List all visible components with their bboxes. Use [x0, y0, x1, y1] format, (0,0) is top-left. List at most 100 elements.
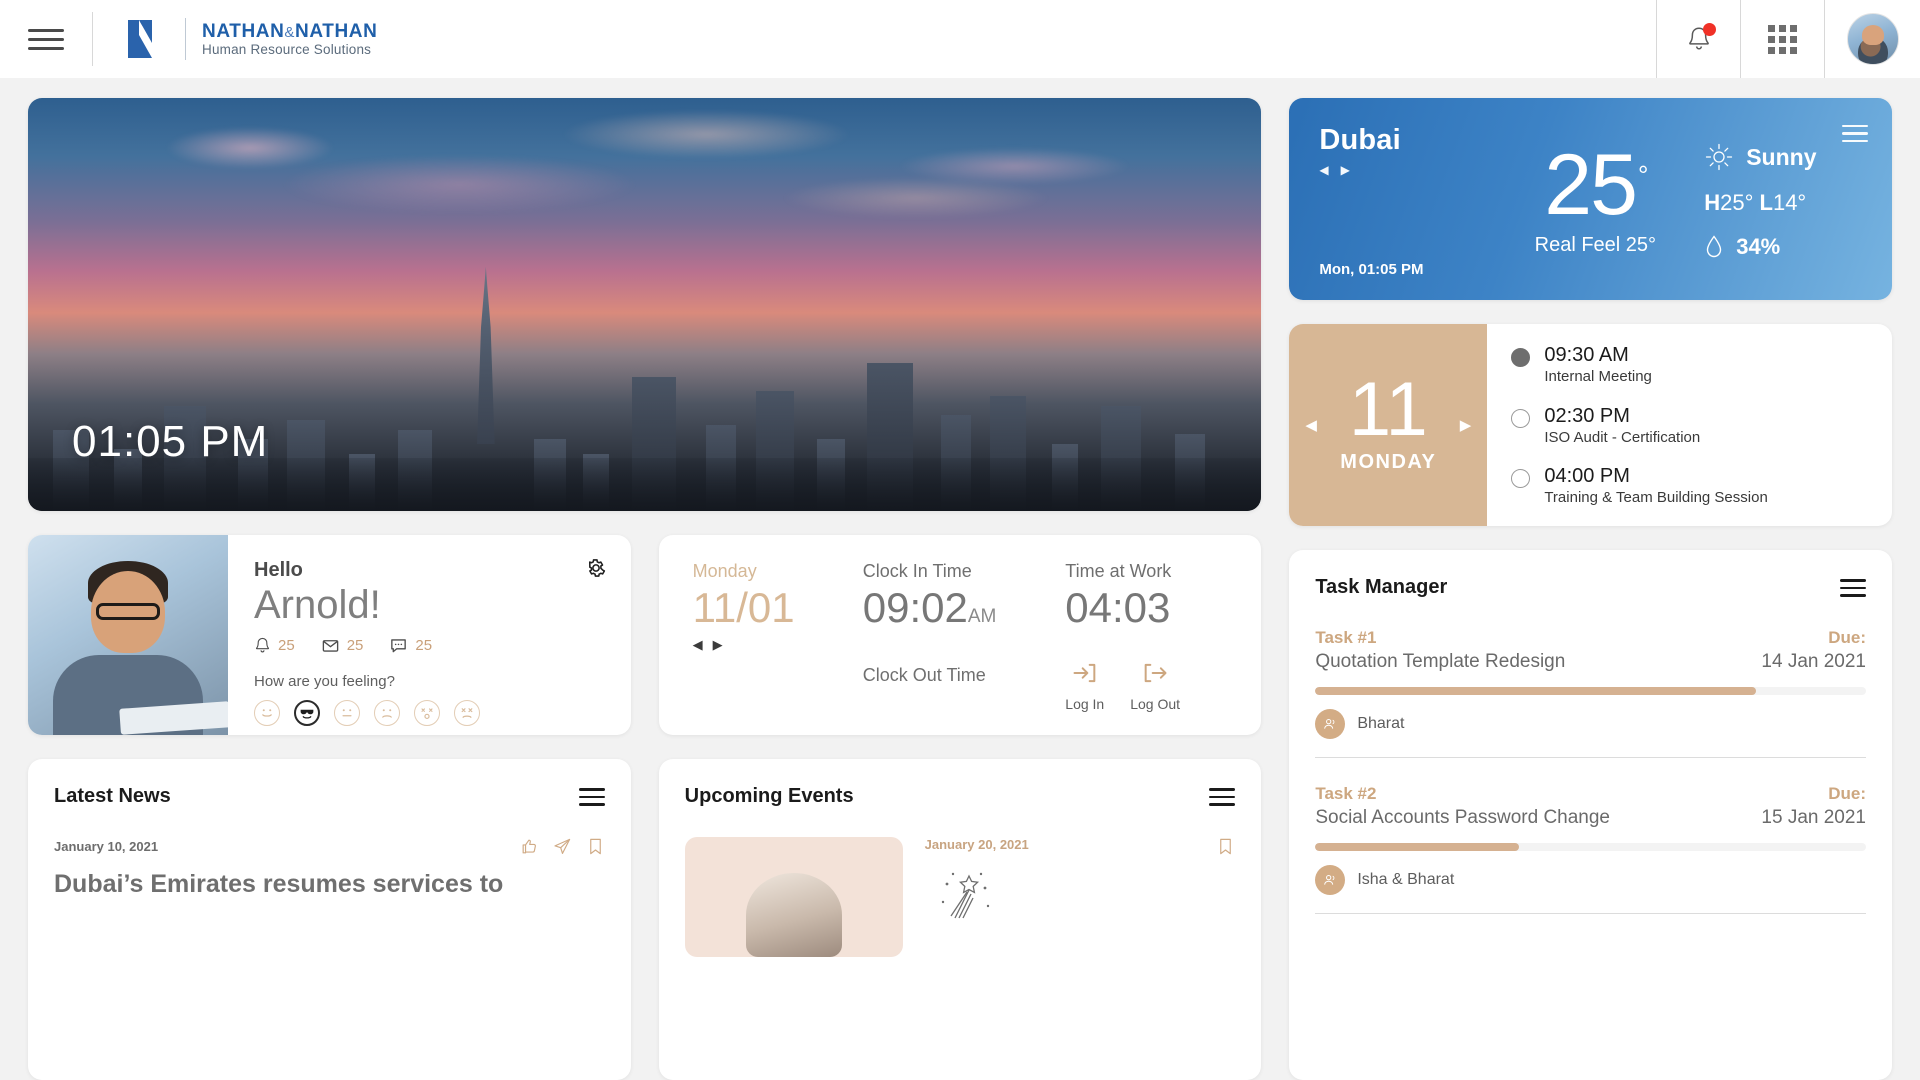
notifications-count: 25 — [278, 637, 295, 654]
brand-logo[interactable]: NATHAN&NATHAN Human Resource Solutions — [93, 0, 377, 78]
chats-stat[interactable]: 25 — [389, 636, 432, 655]
task-name: Quotation Template Redesign — [1315, 650, 1566, 672]
agenda-day-number: 11 — [1348, 367, 1428, 453]
dashboard-body: 01:05 PM Hello Arnold! 25 25 25 How are … — [0, 78, 1920, 1080]
menu-toggle-button[interactable] — [0, 0, 92, 78]
row-news-events: Latest News January 10, 2021 Dubai’s Emi… — [28, 759, 1262, 1080]
weather-timestamp: Mon, 01:05 PM — [1319, 261, 1424, 278]
task-progress-bar — [1315, 686, 1866, 695]
latest-news-menu-button[interactable] — [578, 783, 605, 811]
task-name: Social Accounts Password Change — [1315, 806, 1610, 828]
header-spacer — [377, 0, 1656, 78]
log-in-button[interactable]: Log In — [1065, 659, 1104, 712]
triangle-left-icon[interactable]: ◀ — [693, 637, 703, 653]
time-at-work-label: Time at Work — [1065, 561, 1172, 581]
task-manager-panel: Task Manager Task #1 Due: Quotation Temp… — [1289, 550, 1892, 1080]
upset-face-icon[interactable] — [454, 700, 480, 726]
login-arrow-icon — [1073, 663, 1096, 682]
task-owner-name: Bharat — [1357, 714, 1405, 732]
employee-photo — [28, 535, 228, 735]
event-date: January 20, 2021 — [924, 836, 1029, 852]
brand-ampersand: & — [284, 23, 296, 41]
app-header: NATHAN&NATHAN Human Resource Solutions — [0, 0, 1920, 78]
weather-low-value: 14° — [1772, 190, 1807, 215]
weather-humidity: 34% — [1704, 234, 1868, 260]
agenda-item[interactable]: 04:00 PM Training & Team Building Sessio… — [1511, 465, 1868, 506]
weather-high-value: 25° — [1720, 190, 1754, 215]
clock-in-value: 09:02AM — [862, 584, 997, 631]
grid-icon — [1768, 24, 1797, 54]
chevron-left-icon[interactable]: ◀ — [1319, 163, 1328, 177]
agenda-item-time: 09:30 AM — [1544, 344, 1629, 366]
task-progress-bar — [1315, 842, 1866, 851]
task-owner-name: Isha & Bharat — [1357, 870, 1455, 888]
hamburger-icon — [28, 23, 64, 56]
log-in-label: Log In — [1065, 695, 1105, 712]
triangle-right-icon[interactable]: ▶ — [713, 637, 723, 653]
triangle-left-icon[interactable]: ◀ — [1305, 416, 1317, 434]
greeting-settings-button[interactable] — [585, 557, 607, 584]
profile-button[interactable] — [1824, 0, 1920, 78]
brand-separator — [185, 18, 186, 60]
agenda-status-icon[interactable] — [1511, 408, 1531, 428]
task-row[interactable]: Task #2 Due: Social Accounts Password Ch… — [1315, 784, 1866, 914]
weather-city-nav[interactable]: ◀ ▶ — [1319, 163, 1490, 177]
burj-khalifa-silhouette — [477, 266, 495, 444]
share-icon[interactable] — [553, 837, 572, 856]
bell-icon — [255, 637, 270, 653]
latest-news-panel: Latest News January 10, 2021 Dubai’s Emi… — [28, 759, 631, 1080]
agenda-item-desc: Training & Team Building Session — [1544, 489, 1768, 506]
news-item[interactable]: January 10, 2021 Dubai’s Emirates resume… — [54, 837, 605, 900]
task-row[interactable]: Task #1 Due: Quotation Template Redesign… — [1315, 628, 1866, 758]
neutral-face-icon[interactable] — [334, 700, 360, 726]
event-item[interactable]: January 20, 2021 — [684, 836, 1236, 957]
triangle-right-icon[interactable]: ▶ — [1460, 416, 1472, 434]
gear-icon — [588, 559, 605, 577]
bookmark-icon[interactable] — [586, 837, 605, 856]
logout-arrow-icon — [1144, 663, 1167, 682]
degree-symbol: ° — [1637, 160, 1649, 190]
attendance-date-value: 11/01 — [692, 584, 795, 631]
attendance-card: Monday 11/01 ◀ ▶ Clock In Time 09:02AM C… — [658, 535, 1262, 735]
chats-count: 25 — [415, 637, 433, 654]
agenda-item-time: 02:30 PM — [1544, 404, 1630, 427]
surprised-face-icon[interactable] — [414, 700, 440, 726]
bookmark-icon[interactable] — [1216, 837, 1235, 856]
log-out-button[interactable]: Log Out — [1130, 659, 1180, 712]
task-divider — [1315, 912, 1866, 914]
weather-menu-button[interactable] — [1842, 120, 1868, 147]
task-manager-menu-button[interactable] — [1840, 574, 1866, 602]
right-column: Dubai ◀ ▶ Mon, 01:05 PM 25° Real Feel 25… — [1289, 98, 1892, 1080]
sad-face-icon[interactable] — [374, 700, 400, 726]
agenda-status-icon[interactable] — [1511, 469, 1531, 488]
weather-city: Dubai — [1319, 124, 1401, 156]
task-due-label: Due: — [1828, 783, 1866, 803]
weather-low-label: L — [1759, 190, 1773, 215]
brand-tagline: Human Resource Solutions — [202, 42, 372, 58]
messages-stat[interactable]: 25 — [321, 636, 363, 655]
task-owner-avatar — [1315, 708, 1346, 739]
news-headline: Dubai’s Emirates resumes services to — [54, 869, 504, 898]
droplet-icon — [1707, 235, 1722, 258]
notifications-stat[interactable]: 25 — [254, 636, 295, 655]
agenda-item-time: 04:00 PM — [1544, 465, 1630, 487]
agenda-card: ◀ 11 MONDAY ▶ 09:30 AM Internal Meeting … — [1289, 324, 1892, 526]
notifications-button[interactable] — [1656, 0, 1740, 78]
greeting-card: Hello Arnold! 25 25 25 How are you feeli… — [28, 535, 631, 735]
mood-selector — [254, 700, 605, 726]
upcoming-events-menu-button[interactable] — [1209, 783, 1236, 811]
confetti-icon — [925, 868, 1236, 927]
agenda-item[interactable]: 09:30 AM Internal Meeting — [1511, 344, 1868, 385]
happy-face-icon[interactable] — [254, 700, 280, 726]
cool-face-icon[interactable] — [294, 700, 320, 726]
agenda-item-desc: Internal Meeting — [1544, 368, 1652, 385]
attendance-date-nav[interactable]: ◀ ▶ — [693, 637, 863, 653]
agenda-item[interactable]: 02:30 PM ISO Audit - Certification — [1511, 405, 1868, 446]
agenda-status-icon[interactable] — [1511, 348, 1531, 367]
weather-high-low: H25° L14° — [1704, 190, 1868, 216]
brand-name-2: NATHAN — [295, 20, 378, 42]
log-out-label: Log Out — [1130, 695, 1181, 712]
apps-grid-button[interactable] — [1740, 0, 1824, 78]
like-icon[interactable] — [520, 837, 539, 856]
chevron-right-icon[interactable]: ▶ — [1341, 163, 1350, 177]
